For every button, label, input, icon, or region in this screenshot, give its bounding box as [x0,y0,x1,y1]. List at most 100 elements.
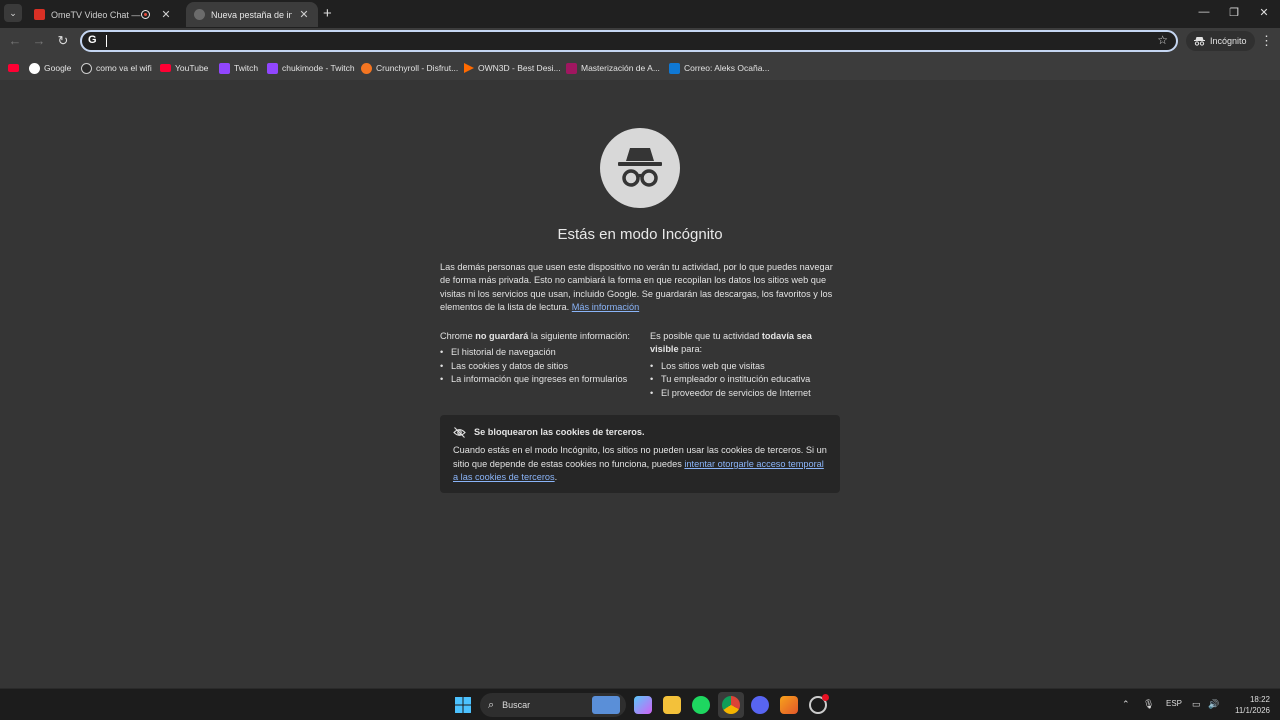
bookmark-masterizacion[interactable]: Masterización de A... [566,60,660,76]
bookmark-crunchyroll[interactable]: Crunchyroll - Disfrut... [361,60,458,76]
address-input[interactable] [106,34,1146,48]
twitch-icon [219,62,230,74]
text-caret [106,35,107,47]
tray-chevron-up-icon[interactable]: ⌃ [1122,699,1130,710]
bookmark-label: OWN3D - Best Desi... [478,63,561,73]
twitch-icon [267,62,278,74]
incognito-description: Las demás personas que usen este disposi… [440,261,840,315]
close-tab-icon[interactable]: ✕ [160,8,172,21]
bookmark-correo[interactable]: Correo: Aleks Ocaña... [669,60,770,76]
windows-start-icon[interactable] [454,696,472,714]
tab-incognito-new[interactable]: Nueva pestaña de incógni ✕ [186,2,318,27]
clock-date: 11/1/2026 [1235,706,1270,715]
tab-title: Nueva pestaña de incógni [211,9,292,20]
toolbar: ← → ↻ G ☆ Incógnito ⋮ [0,28,1280,56]
network-icon[interactable]: ▭ [1192,699,1201,710]
incognito-icon [1194,37,1205,46]
own3d-icon [464,63,474,73]
system-clock[interactable]: 18:22 11/1/2026 [1226,694,1270,716]
steam-icon[interactable] [809,694,829,714]
bookmark-youtube-1[interactable] [8,60,23,76]
outlook-icon [669,62,680,74]
chrome-icon[interactable] [722,696,740,714]
notification-badge [822,694,829,701]
cookie-notice-card: Se bloquearon las cookies de terceros. C… [440,415,840,493]
bookmark-youtube-2[interactable]: YouTube [160,60,208,76]
address-bar[interactable]: G ☆ [80,30,1178,52]
heading-text: Chrome [440,331,476,341]
not-saved-column: Chrome no guardará la siguiente informac… [440,330,640,387]
cookie-notice-body: Cuando estás en el modo Incógnito, los s… [453,444,827,484]
bookmark-label: YouTube [175,63,209,73]
still-visible-list: Los sitios web que visitas Tu empleador … [650,360,842,401]
still-visible-column: Es posible que tu actividad todavía sea … [650,330,842,400]
cookie-notice-title: Se bloquearon las cookies de terceros. [474,427,645,437]
bookmark-label: Correo: Aleks Ocaña... [684,63,770,73]
tab-ometv[interactable]: OmeTV Video Chat — Ome ✕ [26,2,184,27]
menu-kebab-icon[interactable]: ⋮ [1260,33,1273,49]
discord-icon[interactable] [751,696,769,714]
search-label: Buscar [502,700,531,710]
google-icon [29,62,40,74]
forward-arrow-icon[interactable]: → [31,33,47,48]
close-window-icon[interactable]: ✕ [1257,6,1271,19]
incognito-icon [618,148,662,187]
language-indicator[interactable]: ESP [1166,699,1182,708]
bookmark-twitch[interactable]: Twitch [219,60,258,76]
incognito-label: Incógnito [1210,36,1247,46]
microphone-icon[interactable]: 🎙 [1143,699,1154,710]
incognito-hero [600,128,680,208]
clock-time: 18:22 [1249,695,1270,704]
minimize-icon[interactable]: — [1197,6,1211,18]
github-icon [81,62,92,74]
taskbar-search[interactable]: ⌕ Buscar [480,693,626,717]
youtube-icon [8,64,19,72]
list-item: Tu empleador o institución educativa [650,373,842,387]
crunchyroll-icon [361,62,372,74]
bookmark-wifi[interactable]: como va el wifi [81,60,152,76]
bookmark-star-icon[interactable]: ☆ [1157,33,1168,47]
list-item: La información que ingreses en formulari… [440,373,640,387]
fl-studio-icon[interactable] [780,696,798,714]
heading-text: Es posible que tu actividad [650,331,762,341]
bookmark-label: Masterización de A... [581,63,660,73]
heading-text: para: [678,344,703,355]
incognito-ntp: Estás en modo Incógnito Las demás person… [0,80,1280,688]
bookmark-google[interactable]: Google [29,60,71,76]
tab-title: OmeTV Video Chat — Ome [51,9,141,20]
search-highlight-icon [592,696,620,714]
search-icon: ⌕ [488,698,495,711]
ometv-favicon-icon [34,9,45,20]
volume-icon[interactable]: 🔊 [1208,699,1219,710]
list-item: El historial de navegación [440,346,640,360]
page-title: Estás en modo Incógnito [557,226,723,243]
youtube-icon [160,64,171,72]
incognito-favicon-icon [194,9,205,20]
bookmark-own3d[interactable]: OWN3D - Best Desi... [464,60,561,76]
copilot-icon[interactable] [634,696,652,714]
chevron-down-icon: ⌄ [9,7,17,18]
reload-icon[interactable]: ↻ [55,33,71,49]
restore-icon[interactable]: ❐ [1227,6,1241,19]
close-tab-icon[interactable]: ✕ [298,8,310,21]
bookmark-label: Crunchyroll - Disfrut... [376,63,459,73]
still-visible-heading: Es posible que tu actividad todavía sea … [650,330,842,357]
heading-text: la siguiente información: [528,331,630,341]
windows-taskbar: ⌕ Buscar ⌃ 🎙 ESP ▭ 🔊 18:22 11/1/2026 [0,688,1280,720]
browser-window-frame: ⌄ OmeTV Video Chat — Ome ✕ Nueva pestaña… [0,0,1280,80]
not-saved-list: El historial de navegación Las cookies y… [440,346,640,387]
list-item: Las cookies y datos de sitios [440,360,640,374]
file-explorer-icon[interactable] [663,696,681,714]
incognito-chip[interactable]: Incógnito [1186,31,1255,51]
tab-strip: ⌄ OmeTV Video Chat — Ome ✕ Nueva pestaña… [0,0,1280,28]
bookmarks-bar: Google como va el wifi YouTube Twitch ch… [0,56,1280,80]
spotify-icon[interactable] [692,696,710,714]
tab-search-button[interactable]: ⌄ [4,4,22,22]
bookmark-chukimode[interactable]: chukimode - Twitch [267,60,355,76]
new-tab-button[interactable]: + [323,5,332,22]
bookmark-label: Google [44,63,72,73]
back-arrow-icon[interactable]: ← [7,33,23,48]
heading-bold: no guardará [475,331,529,341]
learn-more-link[interactable]: Más información [572,302,639,312]
list-item: El proveedor de servicios de Internet [650,387,842,401]
